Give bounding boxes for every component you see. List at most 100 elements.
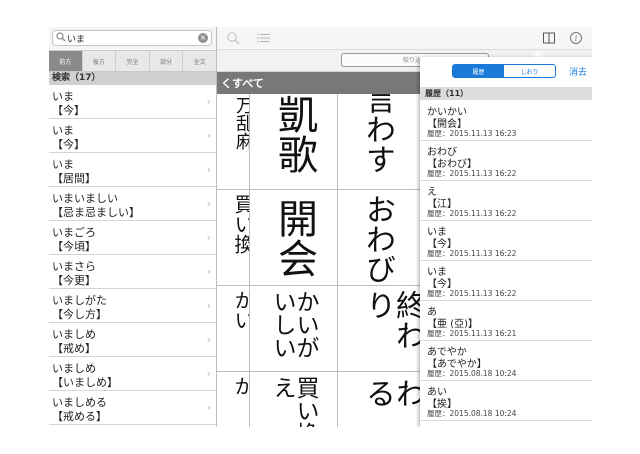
- search-input[interactable]: [67, 31, 195, 45]
- chevron-right-icon: ›: [206, 367, 211, 380]
- history-date: 履歴：2015.11.13 16:22: [427, 209, 517, 218]
- result-word: 【戒める】: [52, 410, 107, 423]
- results-header: 検索（17）: [49, 72, 216, 85]
- chevron-right-icon: ›: [206, 95, 211, 108]
- chevron-right-icon: ›: [206, 333, 211, 346]
- chevron-right-icon: ›: [206, 163, 211, 176]
- history-header: 履歴（11）: [420, 87, 592, 100]
- grid-word: 万乱麻: [233, 96, 249, 150]
- result-word: 【居間】: [52, 172, 96, 185]
- chevron-right-icon: ›: [206, 265, 211, 278]
- grid-cell[interactable]: 買い換: [217, 190, 249, 286]
- result-item[interactable]: いま 【今】 ›: [49, 119, 216, 153]
- grid-cell[interactable]: 終わる: [338, 372, 428, 427]
- search-icon[interactable]: [226, 31, 240, 45]
- mode-tab-fulltext[interactable]: 全文: [182, 51, 216, 71]
- history-item[interactable]: かいかい 【開会】 履歴：2015.11.13 16:23: [420, 101, 592, 141]
- grid-cell[interactable]: 終わり: [338, 286, 428, 372]
- grid-word: 開会: [271, 198, 317, 278]
- grid-word: か: [231, 376, 249, 396]
- search-bar: ×: [49, 27, 216, 49]
- chevron-right-icon: ›: [206, 401, 211, 414]
- result-word: 【戒め】: [52, 342, 96, 355]
- list-icon[interactable]: [257, 31, 271, 45]
- result-item[interactable]: いま 【今】 ›: [49, 85, 216, 119]
- back-all-button[interactable]: くすべて: [221, 75, 264, 91]
- grid-cell[interactable]: 買い換え: [250, 372, 338, 427]
- history-date: 履歴：2015.08.18 10:24: [427, 369, 517, 378]
- history-date: 履歴：2015.11.13 16:23: [427, 129, 517, 138]
- result-word: 【忌ま忌ましい】: [52, 206, 140, 219]
- chevron-right-icon: ›: [206, 231, 211, 244]
- result-item[interactable]: いましめ 【いましめ】 ›: [49, 357, 216, 391]
- tab-history[interactable]: 履歴: [453, 65, 504, 77]
- grid-word: 凱歌: [271, 94, 317, 174]
- mode-tab-exact[interactable]: 完全: [115, 51, 149, 71]
- result-item[interactable]: いまさら 【今更】 ›: [49, 255, 216, 289]
- grid-cell[interactable]: か: [217, 372, 249, 427]
- grid-word: 買い換: [231, 194, 249, 254]
- result-word: 【今】: [52, 138, 85, 151]
- search-mode-tabs: 前方 後方 完全 部分 全文: [49, 50, 216, 72]
- result-item[interactable]: いま 【居間】 ›: [49, 153, 216, 187]
- grid-column: 万乱麻 買い換 かい か: [217, 94, 249, 427]
- result-item[interactable]: いましめ 【戒め】 ›: [49, 323, 216, 357]
- grid-cell[interactable]: 凱歌: [250, 94, 338, 190]
- history-segmented-control: 履歴 しおり: [452, 64, 556, 78]
- history-date: 履歴：2015.11.13 16:22: [427, 249, 517, 258]
- history-item[interactable]: いま 【今】 履歴：2015.11.13 16:22: [420, 261, 592, 301]
- history-date: 履歴：2015.11.13 16:22: [427, 289, 517, 298]
- tab-bookmarks[interactable]: しおり: [504, 65, 555, 77]
- grid-word: 言わす: [360, 94, 395, 174]
- result-item[interactable]: いましがた 【今し方】 ›: [49, 289, 216, 323]
- history-date: 履歴：2015.08.18 10:24: [427, 409, 517, 418]
- clear-icon[interactable]: ×: [198, 33, 208, 43]
- grid-column: 言わす おわび 終わり 終わる: [337, 94, 428, 427]
- chevron-right-icon: ›: [206, 129, 211, 142]
- history-date: 履歴：2015.11.13 16:21: [427, 329, 517, 338]
- result-item[interactable]: いまいましい 【忌ま忌ましい】 ›: [49, 187, 216, 221]
- result-item[interactable]: いまごろ 【今頃】 ›: [49, 221, 216, 255]
- svg-text:i: i: [575, 34, 578, 43]
- history-item[interactable]: あでやか 【あでやか】 履歴：2015.08.18 10:24: [420, 341, 592, 381]
- info-icon[interactable]: i: [569, 31, 583, 45]
- grid-word: かいがいしい: [269, 290, 318, 359]
- grid-cell[interactable]: おわび: [338, 190, 428, 286]
- result-word: 【今】: [52, 104, 85, 117]
- search-box[interactable]: ×: [52, 30, 212, 46]
- grid-column: 凱歌 開会 かいがいしい 買い換え: [249, 94, 338, 427]
- search-pane: × 前方 後方 完全 部分 全文 検索（17） いま【今】› いま【今】› いま…: [49, 27, 217, 427]
- result-word: 【今し方】: [52, 308, 107, 321]
- grid-word: 終わり: [360, 290, 425, 350]
- mode-tab-suffix[interactable]: 後方: [81, 51, 116, 71]
- history-date: 履歴：2015.11.13 16:22: [427, 169, 517, 178]
- history-item[interactable]: え【江】 履歴：2015.11.13 16:22: [420, 181, 592, 221]
- grid-word: おわび: [360, 194, 395, 284]
- top-toolbar: i: [217, 27, 592, 50]
- grid-cell[interactable]: かいがいしい: [250, 286, 338, 372]
- history-item[interactable]: いま 【今】 履歴：2015.11.13 16:22: [420, 221, 592, 261]
- search-icon: [56, 32, 66, 42]
- mode-tab-partial[interactable]: 部分: [148, 51, 183, 71]
- chevron-right-icon: ›: [206, 197, 211, 210]
- history-popover: 履歴 しおり 消去 履歴（11） かいかい 【開会】 履歴：2015.11.13 1…: [420, 57, 592, 427]
- app-window: × 前方 後方 完全 部分 全文 検索（17） いま【今】› いま【今】› いま…: [49, 27, 592, 427]
- grid-cell[interactable]: 言わす: [338, 94, 428, 190]
- history-item[interactable]: あい 【挨】 履歴：2015.08.18 10:24: [420, 381, 592, 421]
- grid-word: かい: [231, 290, 249, 330]
- clear-history-button[interactable]: 消去: [569, 65, 587, 78]
- history-list: かいかい 【開会】 履歴：2015.11.13 16:23 おわび 【おわび】 履歴：2…: [420, 101, 592, 421]
- book-icon[interactable]: [542, 31, 556, 45]
- grid-cell[interactable]: 万乱麻: [217, 94, 249, 190]
- grid-cell[interactable]: かい: [217, 286, 249, 372]
- result-word: 【今更】: [52, 274, 96, 287]
- history-item[interactable]: おわび 【おわび】 履歴：2015.11.13 16:22: [420, 141, 592, 181]
- result-word: 【今頃】: [52, 240, 96, 253]
- mode-tab-prefix[interactable]: 前方: [49, 51, 82, 71]
- grid-cell[interactable]: 開会: [250, 190, 338, 286]
- result-word: 【いましめ】: [52, 376, 118, 389]
- results-list: いま 【今】 › いま 【今】 › いま 【居間】 › いまいましい 【忌ま忌ましい】 › いま…: [49, 85, 216, 425]
- history-item[interactable]: あ【亜 (亞)】 履歴：2015.11.13 16:21: [420, 301, 592, 341]
- result-item[interactable]: いましめる 【戒める】 ›: [49, 391, 216, 425]
- grid-word: 買い換え: [269, 376, 318, 427]
